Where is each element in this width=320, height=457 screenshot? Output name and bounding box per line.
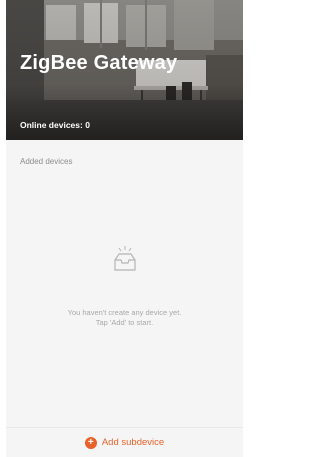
empty-state-message: You haven't create any device yet. xyxy=(67,308,182,317)
app-screen: ZigBee Gateway Online devices: 0 Added d… xyxy=(6,0,243,457)
plus-circle-icon: + xyxy=(84,436,97,449)
online-devices-count: Online devices: 0 xyxy=(20,120,90,130)
empty-state-hint: Tap 'Add' to start. xyxy=(95,318,154,327)
device-title: ZigBee Gateway xyxy=(20,52,178,74)
add-subdevice-label: Add subdevice xyxy=(101,437,165,448)
empty-tray-icon xyxy=(114,246,136,271)
add-subdevice-button[interactable]: + Add subdevice xyxy=(6,428,243,457)
hero-banner: ZigBee Gateway Online devices: 0 xyxy=(6,0,243,140)
added-devices-label: Added devices xyxy=(20,157,73,166)
